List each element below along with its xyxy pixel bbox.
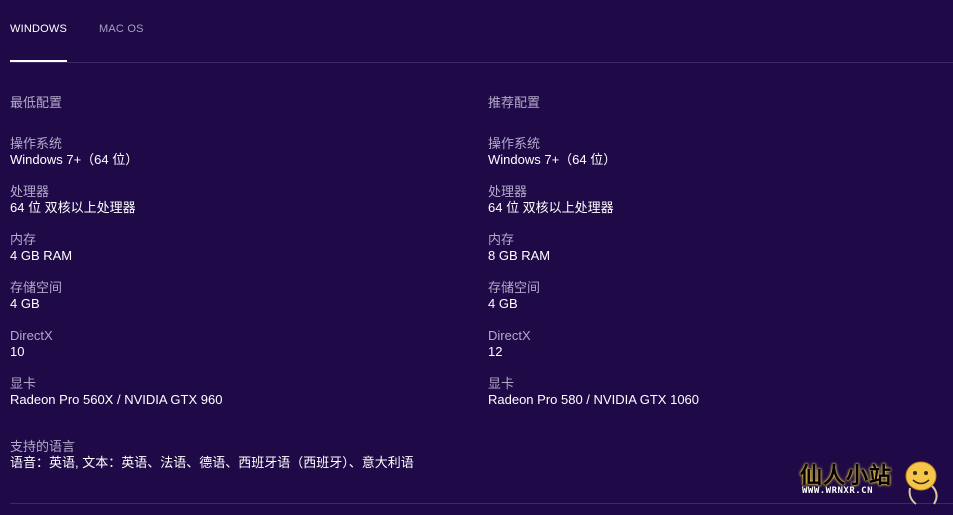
spec-value: 10 — [10, 344, 25, 359]
spec-label: 处理器 — [488, 184, 528, 199]
spec-value: Windows 7+（64 位） — [488, 152, 617, 167]
spec-storage: 存储空间 4 GB — [488, 280, 928, 328]
minimum-title: 最低配置 — [10, 95, 63, 110]
spec-label: 内存 — [488, 232, 515, 247]
spec-label: 处理器 — [10, 184, 50, 199]
spec-directx: DirectX 10 — [10, 328, 450, 376]
spec-value: Radeon Pro 560X / NVIDIA GTX 960 — [10, 392, 223, 407]
recommended-title: 推荐配置 — [488, 95, 541, 110]
spec-storage: 存储空间 4 GB — [10, 280, 450, 328]
spec-label: DirectX — [488, 328, 531, 343]
mascot-face-icon — [905, 461, 938, 505]
spec-label: 存储空间 — [488, 280, 541, 295]
spec-label: 显卡 — [488, 376, 515, 391]
platform-tabs: WINDOWS MAC OS — [10, 0, 176, 62]
spec-graphics: 显卡 Radeon Pro 580 / NVIDIA GTX 1060 — [488, 376, 928, 424]
spec-value: 64 位 双核以上处理器 — [488, 200, 614, 215]
spec-value: 4 GB RAM — [10, 248, 73, 263]
spec-memory: 内存 4 GB RAM — [10, 232, 450, 280]
spec-value: 4 GB — [10, 296, 40, 311]
spec-os: 操作系统 Windows 7+（64 位） — [10, 136, 450, 184]
languages-value: 语音：英语, 文本：英语、法语、德语、西班牙语（西班牙）、意大利语 — [10, 455, 414, 470]
watermark-url: WWW.WRNXR.CN — [802, 486, 874, 496]
spec-label: 操作系统 — [10, 136, 63, 151]
spec-value: 12 — [488, 344, 503, 359]
spec-memory: 内存 8 GB RAM — [488, 232, 928, 280]
spec-processor: 处理器 64 位 双核以上处理器 — [488, 184, 928, 232]
spec-directx: DirectX 12 — [488, 328, 928, 376]
spec-processor: 处理器 64 位 双核以上处理器 — [10, 184, 450, 232]
site-watermark: 仙人小站 WWW.WRNXR.CN — [800, 456, 948, 510]
spec-os: 操作系统 Windows 7+（64 位） — [488, 136, 928, 184]
recommended-requirements: 推荐配置 操作系统 Windows 7+（64 位） 处理器 64 位 双核以上… — [488, 95, 928, 424]
spec-label: 存储空间 — [10, 280, 63, 295]
tab-mac-os[interactable]: MAC OS — [99, 0, 144, 62]
tab-divider — [10, 62, 953, 63]
spec-value: 64 位 双核以上处理器 — [10, 200, 136, 215]
spec-graphics: 显卡 Radeon Pro 560X / NVIDIA GTX 960 — [10, 376, 450, 424]
spec-value: Radeon Pro 580 / NVIDIA GTX 1060 — [488, 392, 700, 407]
spec-label: 内存 — [10, 232, 37, 247]
minimum-requirements: 最低配置 操作系统 Windows 7+（64 位） 处理器 64 位 双核以上… — [10, 95, 450, 424]
supported-languages: 支持的语言 语音：英语, 文本：英语、法语、德语、西班牙语（西班牙）、意大利语 — [10, 439, 414, 471]
spec-value: 8 GB RAM — [488, 248, 551, 263]
tab-windows[interactable]: WINDOWS — [10, 0, 68, 62]
spec-value: Windows 7+（64 位） — [10, 152, 139, 167]
system-requirements-page: WINDOWS MAC OS 最低配置 操作系统 Windows 7+（64 位… — [0, 0, 953, 515]
spec-label: 操作系统 — [488, 136, 541, 151]
languages-label: 支持的语言 — [10, 439, 76, 454]
spec-label: DirectX — [10, 328, 53, 343]
spec-label: 显卡 — [10, 376, 37, 391]
spec-value: 4 GB — [488, 296, 518, 311]
